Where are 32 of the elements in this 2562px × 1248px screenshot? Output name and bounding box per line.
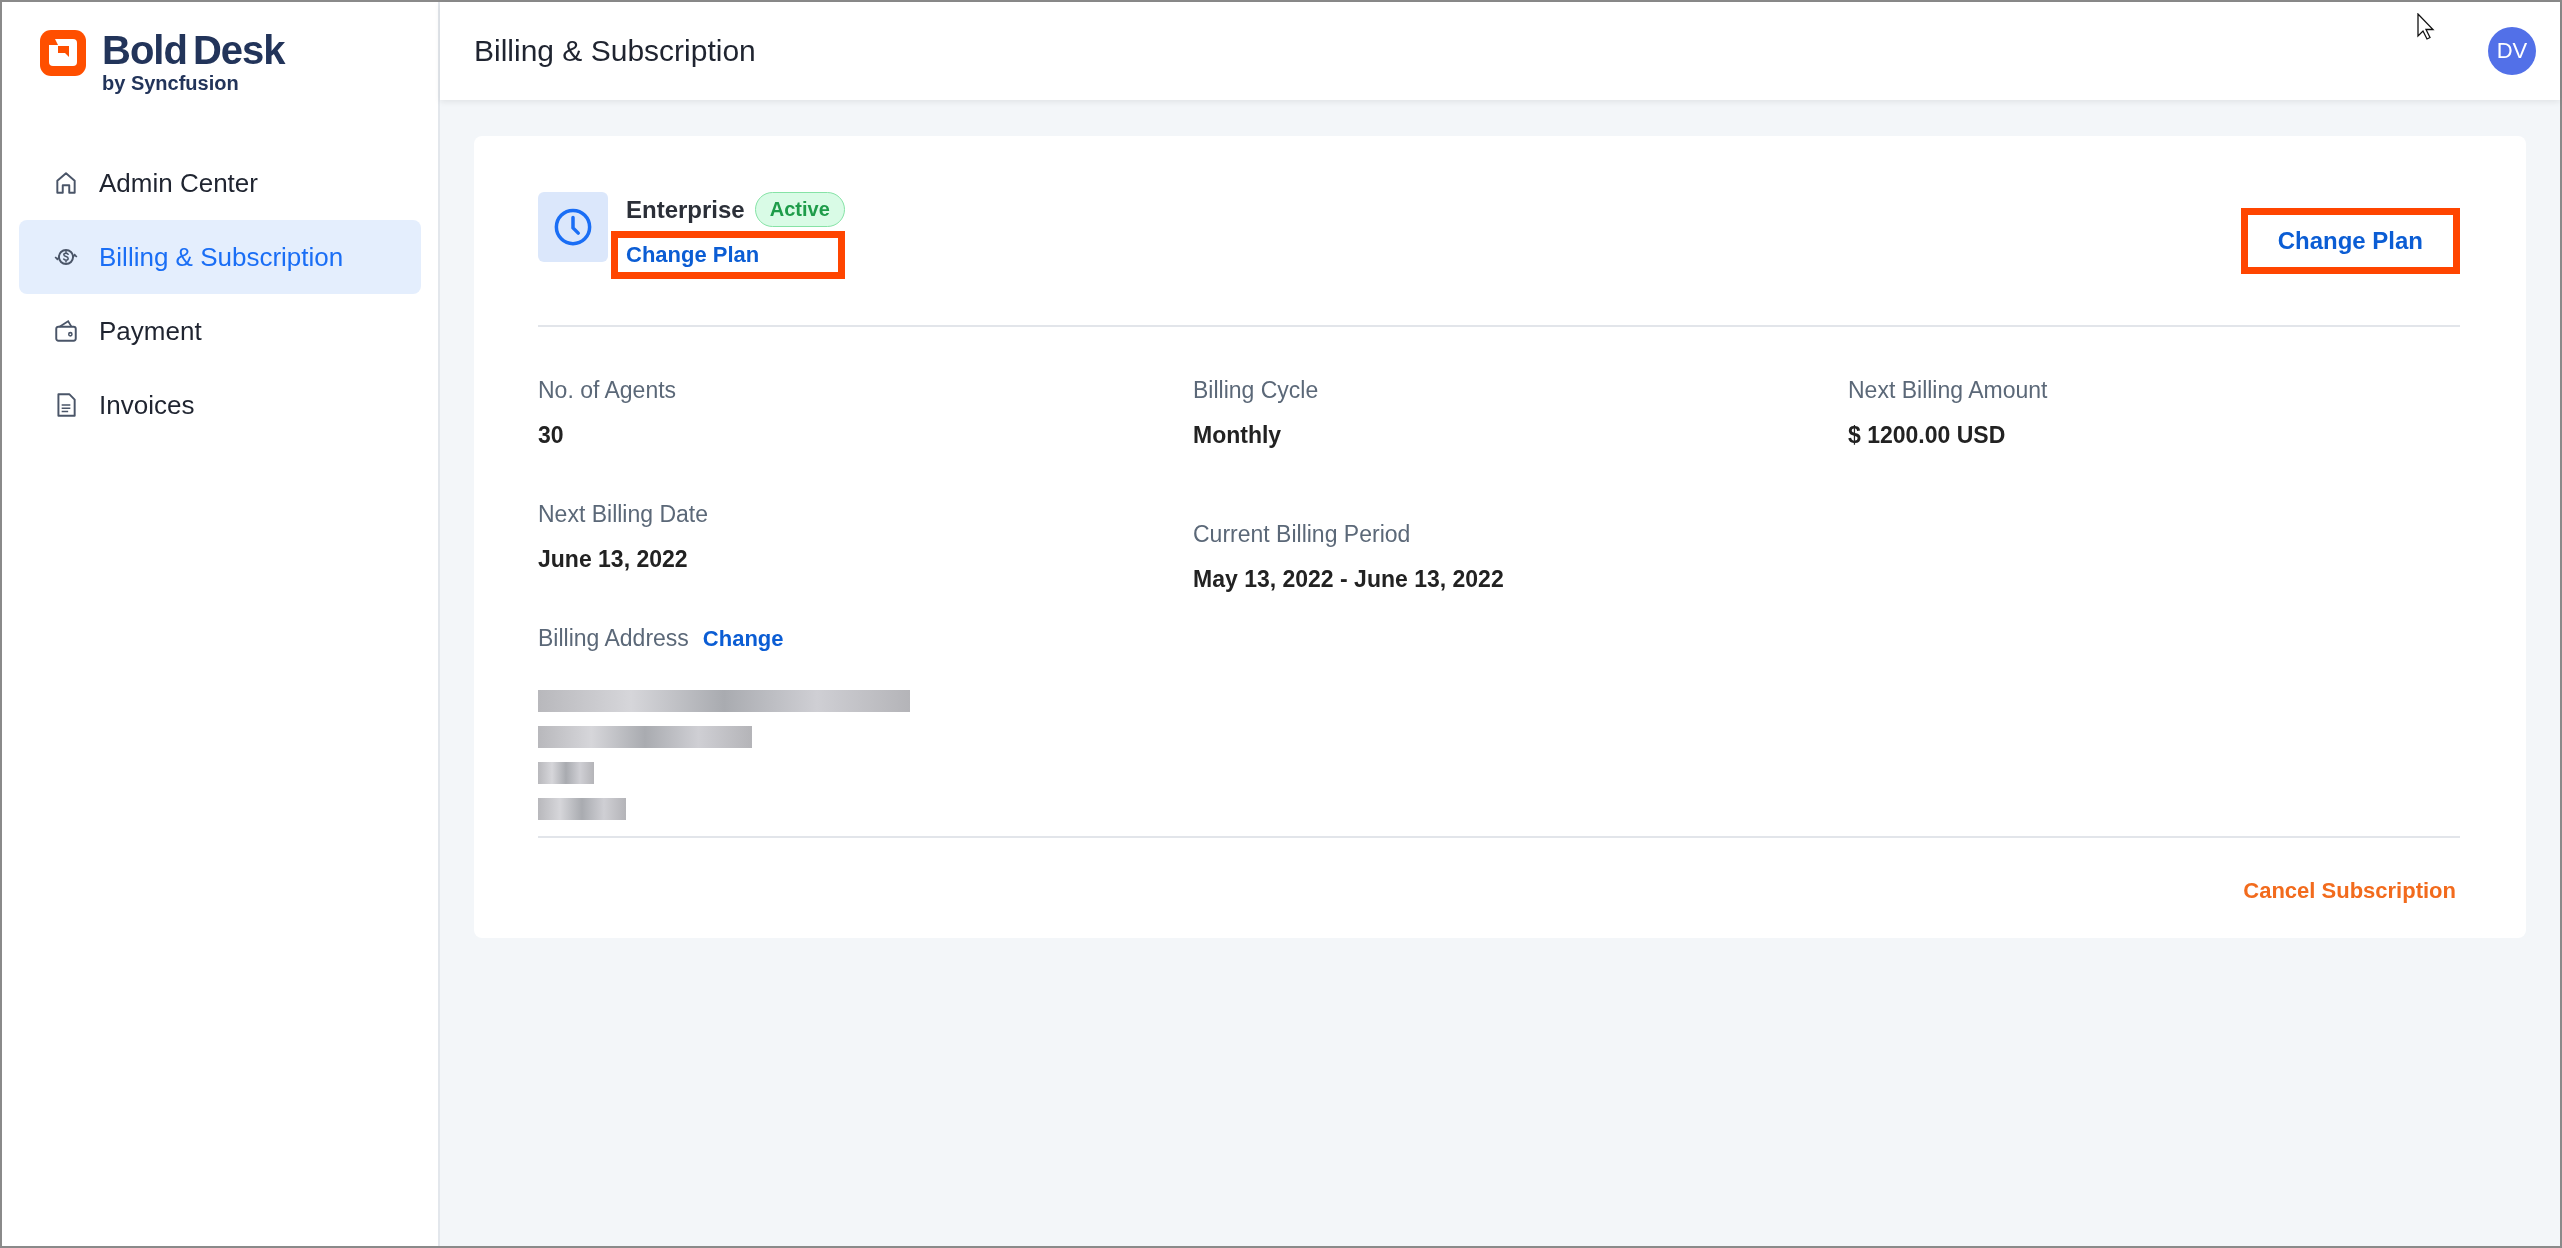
status-badge: Active	[754, 192, 845, 227]
field-value: Monthly	[1193, 422, 1283, 449]
sidebar-item[interactable]: Admin Center	[19, 146, 421, 220]
sidebar-item[interactable]: Invoices	[19, 368, 421, 442]
logo-icon	[38, 28, 88, 78]
field-label: No. of Agents	[538, 377, 678, 404]
redacted-text	[538, 762, 594, 784]
cancel-subscription-link[interactable]: Cancel Subscription	[2243, 878, 2456, 904]
sidebar-item[interactable]: Payment	[19, 294, 421, 368]
page-title: Billing & Subscription	[474, 34, 756, 68]
cursor-icon	[2417, 13, 2437, 41]
field-label: Next Billing Amount	[1848, 377, 2049, 404]
change-plan-link[interactable]: Change Plan	[611, 231, 845, 279]
logo-tagline: by Syncfusion	[102, 72, 240, 94]
sidebar-item[interactable]: Billing & Subscription	[19, 220, 421, 294]
field-value: 30	[538, 422, 565, 449]
logo-text: Bold	[102, 28, 187, 72]
logo-text: Desk	[192, 28, 285, 72]
field-value: $ 1200.00 USD	[1848, 422, 2007, 449]
change-link[interactable]: Change	[702, 626, 784, 652]
user-avatar[interactable]: DV	[2488, 27, 2536, 75]
field-value: May 13, 2022 - June 13, 2022	[1193, 566, 1505, 593]
field-value: June 13, 2022	[538, 546, 689, 573]
field-label: Billing Address	[538, 625, 689, 652]
field-label: Current Billing Period	[1193, 521, 1412, 548]
home-icon	[53, 170, 79, 196]
plan-name: Enterprise	[626, 195, 745, 224]
field-label: Billing Cycle	[1193, 377, 1320, 404]
change-plan-link[interactable]: Change Plan	[2240, 208, 2460, 274]
wallet-icon	[53, 318, 79, 344]
clock-icon	[538, 192, 608, 262]
field-label: Next Billing Date	[538, 501, 710, 528]
